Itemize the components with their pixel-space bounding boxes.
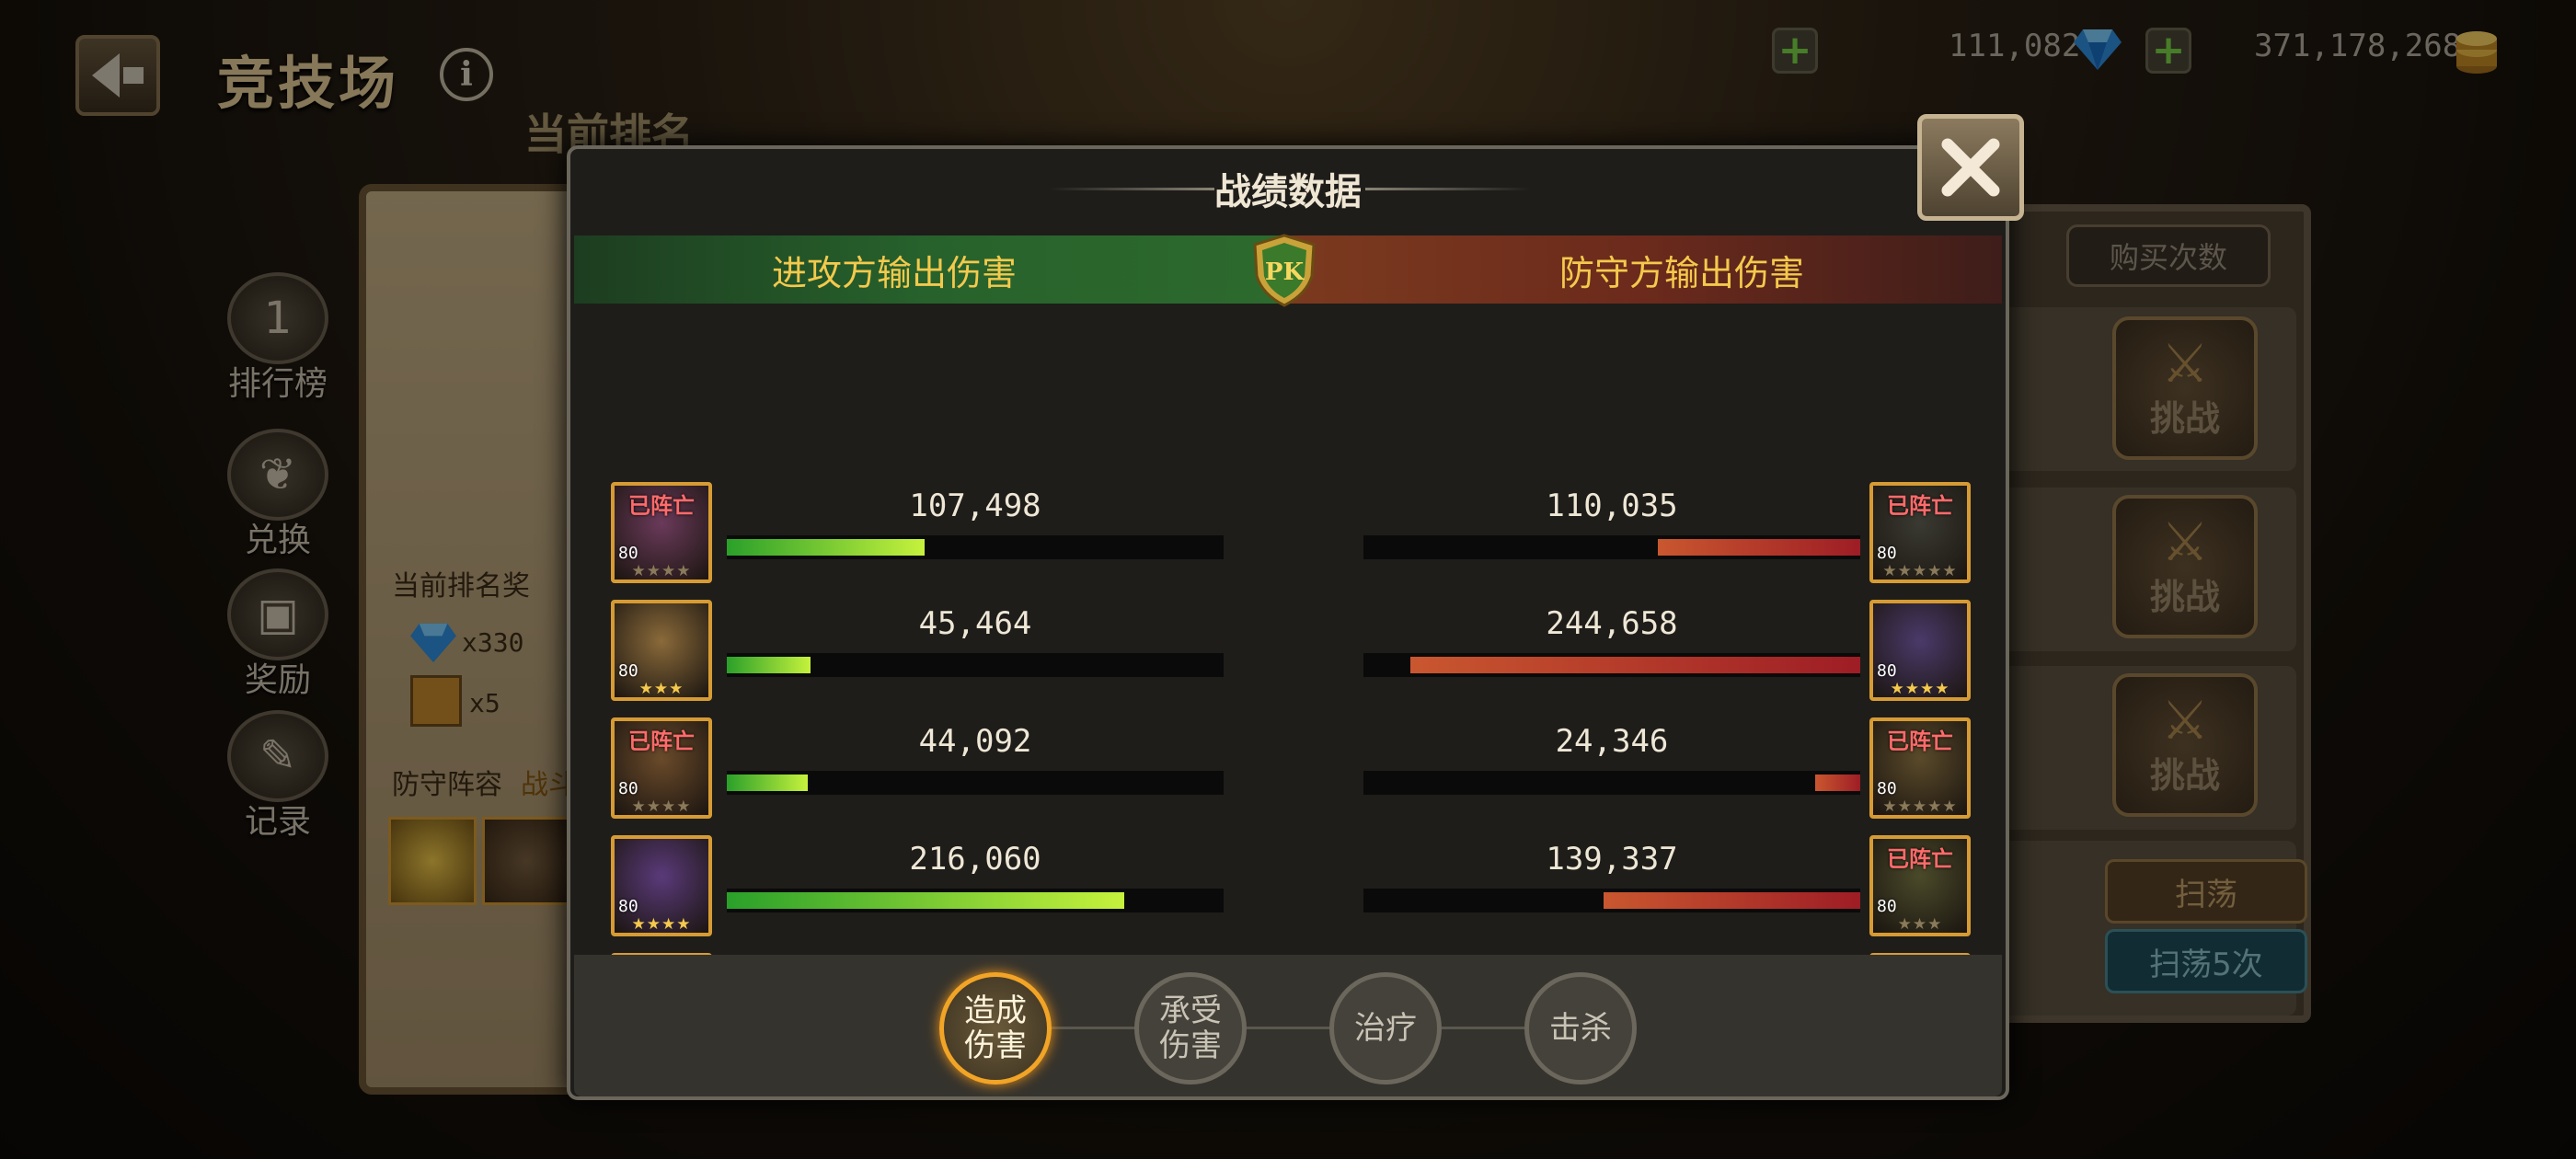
defender-hero-portrait: 已阵亡 80 ★★★★★ xyxy=(1869,717,1971,819)
attacker-damage-value: 216,060 xyxy=(909,841,1041,878)
tab-healing[interactable]: 治疗 xyxy=(1329,972,1442,1084)
tab-damage-taken[interactable]: 承受 伤害 xyxy=(1134,972,1247,1084)
attacker-damage-bar-fill xyxy=(727,539,925,556)
tab-footer xyxy=(574,955,2002,1096)
close-icon xyxy=(1941,138,2000,197)
defender-damage-bar-fill xyxy=(1604,892,1860,909)
hero-level: 80 xyxy=(618,897,638,916)
hero-stars: ★★★★★ xyxy=(1882,562,1958,580)
attacker-damage-bar xyxy=(727,535,1224,559)
defender-damage-bar xyxy=(1363,653,1860,677)
attacker-hero-portrait: 80 ★★★★ xyxy=(611,835,712,936)
attacker-damage-bar-fill xyxy=(727,892,1124,909)
defender-damage-value: 139,337 xyxy=(1546,841,1678,878)
battle-stats-modal: 战绩数据 进攻方输出伤害 防守方输出伤害 PK 已阵亡 80 ★★★★ 107,498… xyxy=(567,145,2009,1100)
dead-label: 已阵亡 xyxy=(628,493,695,519)
attacker-damage-bar-fill xyxy=(727,775,808,791)
hero-level: 80 xyxy=(1877,779,1897,798)
close-button[interactable] xyxy=(1917,114,2024,221)
attacker-damage-bar xyxy=(727,771,1224,795)
attacker-damage-value: 44,092 xyxy=(918,723,1032,760)
attacker-damage-bar xyxy=(727,889,1224,912)
defender-damage-bar-fill xyxy=(1815,775,1860,791)
dead-label: 已阵亡 xyxy=(1887,846,1953,872)
pk-shield-icon: PK xyxy=(1253,234,1316,307)
defender-damage-bar-fill xyxy=(1410,657,1860,673)
defender-damage-header: 防守方输出伤害 xyxy=(1288,235,2002,304)
defender-damage-bar-fill xyxy=(1658,539,1860,556)
defender-damage-value: 110,035 xyxy=(1546,488,1678,524)
defender-damage-value: 24,346 xyxy=(1555,723,1669,760)
tab-kills[interactable]: 击杀 xyxy=(1524,972,1637,1084)
defender-damage-bar xyxy=(1363,771,1860,795)
defender-damage-bar xyxy=(1363,535,1860,559)
hero-level: 80 xyxy=(618,661,638,681)
attacker-hero-portrait: 80 ★★★ xyxy=(611,600,712,701)
defender-hero-portrait: 已阵亡 80 ★★★ xyxy=(1869,835,1971,936)
defender-hero-portrait: 80 ★★★★ xyxy=(1869,600,1971,701)
svg-text:PK: PK xyxy=(1265,258,1305,286)
dead-label: 已阵亡 xyxy=(1887,729,1953,754)
hero-level: 80 xyxy=(618,779,638,798)
defender-hero-portrait: 已阵亡 80 ★★★★★ xyxy=(1869,482,1971,583)
defender-damage-bar xyxy=(1363,889,1860,912)
attacker-damage-value: 107,498 xyxy=(909,488,1041,524)
tab-damage-dealt[interactable]: 造成 伤害 xyxy=(939,972,1052,1084)
hero-stars: ★★★ xyxy=(638,680,684,698)
hero-stars: ★★★★★ xyxy=(1882,798,1958,816)
hero-stars: ★★★★ xyxy=(1890,680,1950,698)
hero-stars: ★★★ xyxy=(1897,915,1943,934)
modal-title: 战绩数据 xyxy=(1214,171,1362,213)
attacker-hero-portrait: 已阵亡 80 ★★★★ xyxy=(611,482,712,583)
attacker-damage-header: 进攻方输出伤害 xyxy=(574,235,1288,304)
dead-label: 已阵亡 xyxy=(628,729,695,754)
attacker-hero-portrait: 已阵亡 80 ★★★★ xyxy=(611,717,712,819)
hero-level: 80 xyxy=(1877,544,1897,563)
hero-level: 80 xyxy=(1877,897,1897,916)
defender-damage-value: 244,658 xyxy=(1546,605,1678,642)
hero-stars: ★★★★ xyxy=(631,798,692,816)
attacker-damage-bar xyxy=(727,653,1224,677)
dead-label: 已阵亡 xyxy=(1887,493,1953,519)
hero-level: 80 xyxy=(1877,661,1897,681)
attacker-damage-bar-fill xyxy=(727,657,811,673)
hero-stars: ★★★★ xyxy=(631,915,692,934)
hero-level: 80 xyxy=(618,544,638,563)
hero-stars: ★★★★ xyxy=(631,562,692,580)
attacker-damage-value: 45,464 xyxy=(918,605,1032,642)
